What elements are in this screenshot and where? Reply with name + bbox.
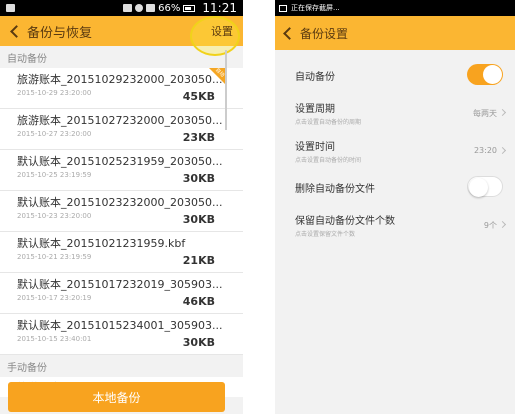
chevron-right-icon bbox=[498, 108, 507, 117]
page-title: 备份与恢复 bbox=[27, 25, 93, 41]
delete-auto-row[interactable]: 删除自动备份文件 bbox=[275, 174, 515, 210]
backup-item[interactable]: 默认账本_20151015234001_305903... 2015-10-15… bbox=[0, 314, 243, 355]
signal-icon bbox=[146, 4, 156, 12]
backup-file-name: 默认账本_20151017232019_305903... bbox=[17, 278, 223, 291]
setting-label: 保留自动备份文件个数 bbox=[295, 216, 395, 227]
keep-count-row[interactable]: 保留自动备份文件个数 点击设置保留文件个数 9个 bbox=[275, 210, 515, 248]
time-row[interactable]: 设置时间 点击设置自动备份的时间 23:20 bbox=[275, 136, 515, 174]
clock: 11:21 bbox=[202, 1, 237, 15]
backup-file-name: 默认账本_20151025231959_203050... bbox=[17, 155, 223, 168]
notification-icon bbox=[6, 4, 15, 12]
status-bar: 66% 11:21 bbox=[0, 0, 243, 16]
backup-item[interactable]: 旅游账本_20151027232000_203050... 2015-10-27… bbox=[0, 109, 243, 150]
mute-icon bbox=[123, 4, 133, 12]
backup-settings-screen: 正在保存截屏... 备份设置 自动备份 设置周期 点击设置自动备份的周期 每两天… bbox=[275, 0, 515, 414]
page-title: 备份设置 bbox=[300, 26, 349, 41]
setting-value: 每两天 bbox=[473, 109, 497, 118]
setting-label: 自动备份 bbox=[295, 72, 335, 83]
period-row[interactable]: 设置周期 点击设置自动备份的周期 每两天 bbox=[275, 98, 515, 136]
backup-file-name: 默认账本_20151023232000_203050... bbox=[17, 196, 223, 209]
battery-percent: 66% bbox=[158, 2, 181, 14]
setting-label: 删除自动备份文件 bbox=[295, 184, 375, 195]
settings-list: 自动备份 设置周期 点击设置自动备份的周期 每两天 设置时间 点击设置自动备份的… bbox=[275, 62, 515, 248]
setting-value: 23:20 bbox=[473, 146, 497, 155]
backup-list: 旅游账本_20151029232000_203050... 2015-10-29… bbox=[0, 68, 243, 355]
backup-item[interactable]: 旅游账本_20151029232000_203050... 2015-10-29… bbox=[0, 68, 243, 109]
auto-backup-section-label: 自动备份 bbox=[7, 54, 47, 65]
backup-size: 23KB bbox=[182, 131, 215, 144]
back-arrow-icon[interactable] bbox=[283, 26, 296, 40]
delete-auto-toggle[interactable] bbox=[467, 176, 503, 197]
backup-size: 45KB bbox=[182, 90, 215, 103]
backup-size: 30KB bbox=[182, 172, 215, 185]
chevron-right-icon bbox=[498, 146, 507, 155]
backup-item[interactable]: 默认账本_20151021231959.kbf 2015-10-21 23:19… bbox=[0, 232, 243, 273]
battery-icon bbox=[183, 4, 196, 12]
settings-button[interactable]: 设置 bbox=[211, 23, 233, 39]
title-bar: 备份设置 bbox=[275, 16, 515, 50]
backup-item[interactable]: 默认账本_20151017232019_305903... 2015-10-17… bbox=[0, 273, 243, 314]
backup-size: 30KB bbox=[182, 213, 215, 226]
backup-file-name: 旅游账本_20151027232000_203050... bbox=[17, 114, 223, 127]
screenshot-icon bbox=[279, 4, 287, 12]
toggle-knob bbox=[483, 65, 502, 84]
auto-backup-row[interactable]: 自动备份 bbox=[275, 62, 515, 98]
toggle-knob bbox=[469, 178, 488, 197]
wifi-icon bbox=[135, 4, 144, 12]
setting-label: 设置时间 bbox=[295, 142, 335, 153]
chevron-right-icon bbox=[498, 220, 507, 229]
backup-file-name: 旅游账本_20151029232000_203050... bbox=[17, 73, 223, 86]
status-bar: 正在保存截屏... bbox=[275, 0, 515, 16]
status-text: 正在保存截屏... bbox=[291, 4, 340, 12]
setting-value: 9个 bbox=[483, 221, 497, 230]
backup-size: 30KB bbox=[182, 336, 215, 349]
manual-backup-section-label: 手动备份 bbox=[7, 363, 47, 374]
scrollbar[interactable] bbox=[225, 50, 227, 130]
setting-hint: 点击设置自动备份的时间 bbox=[295, 157, 362, 164]
backup-size: 46KB bbox=[182, 295, 215, 308]
setting-hint: 点击设置自动备份的周期 bbox=[295, 119, 362, 126]
backup-file-name: 默认账本_20151021231959.kbf bbox=[17, 237, 186, 250]
backup-file-name: 默认账本_20151015234001_305903... bbox=[17, 319, 223, 332]
local-backup-button[interactable]: 本地备份 bbox=[8, 382, 225, 412]
backup-item[interactable]: 默认账本_20151025231959_203050... 2015-10-25… bbox=[0, 150, 243, 191]
back-arrow-icon[interactable] bbox=[10, 24, 23, 38]
backup-item[interactable]: 默认账本_20151023232000_203050... 2015-10-23… bbox=[0, 191, 243, 232]
backup-size: 21KB bbox=[182, 254, 215, 267]
auto-backup-toggle[interactable] bbox=[467, 64, 503, 85]
backup-restore-screen: 66% 11:21 备份与恢复 设置 自动备份 旅游账本_20151029232… bbox=[0, 0, 243, 414]
setting-label: 设置周期 bbox=[295, 104, 335, 115]
title-bar: 备份与恢复 设置 bbox=[0, 16, 243, 56]
setting-hint: 点击设置保留文件个数 bbox=[295, 231, 356, 238]
